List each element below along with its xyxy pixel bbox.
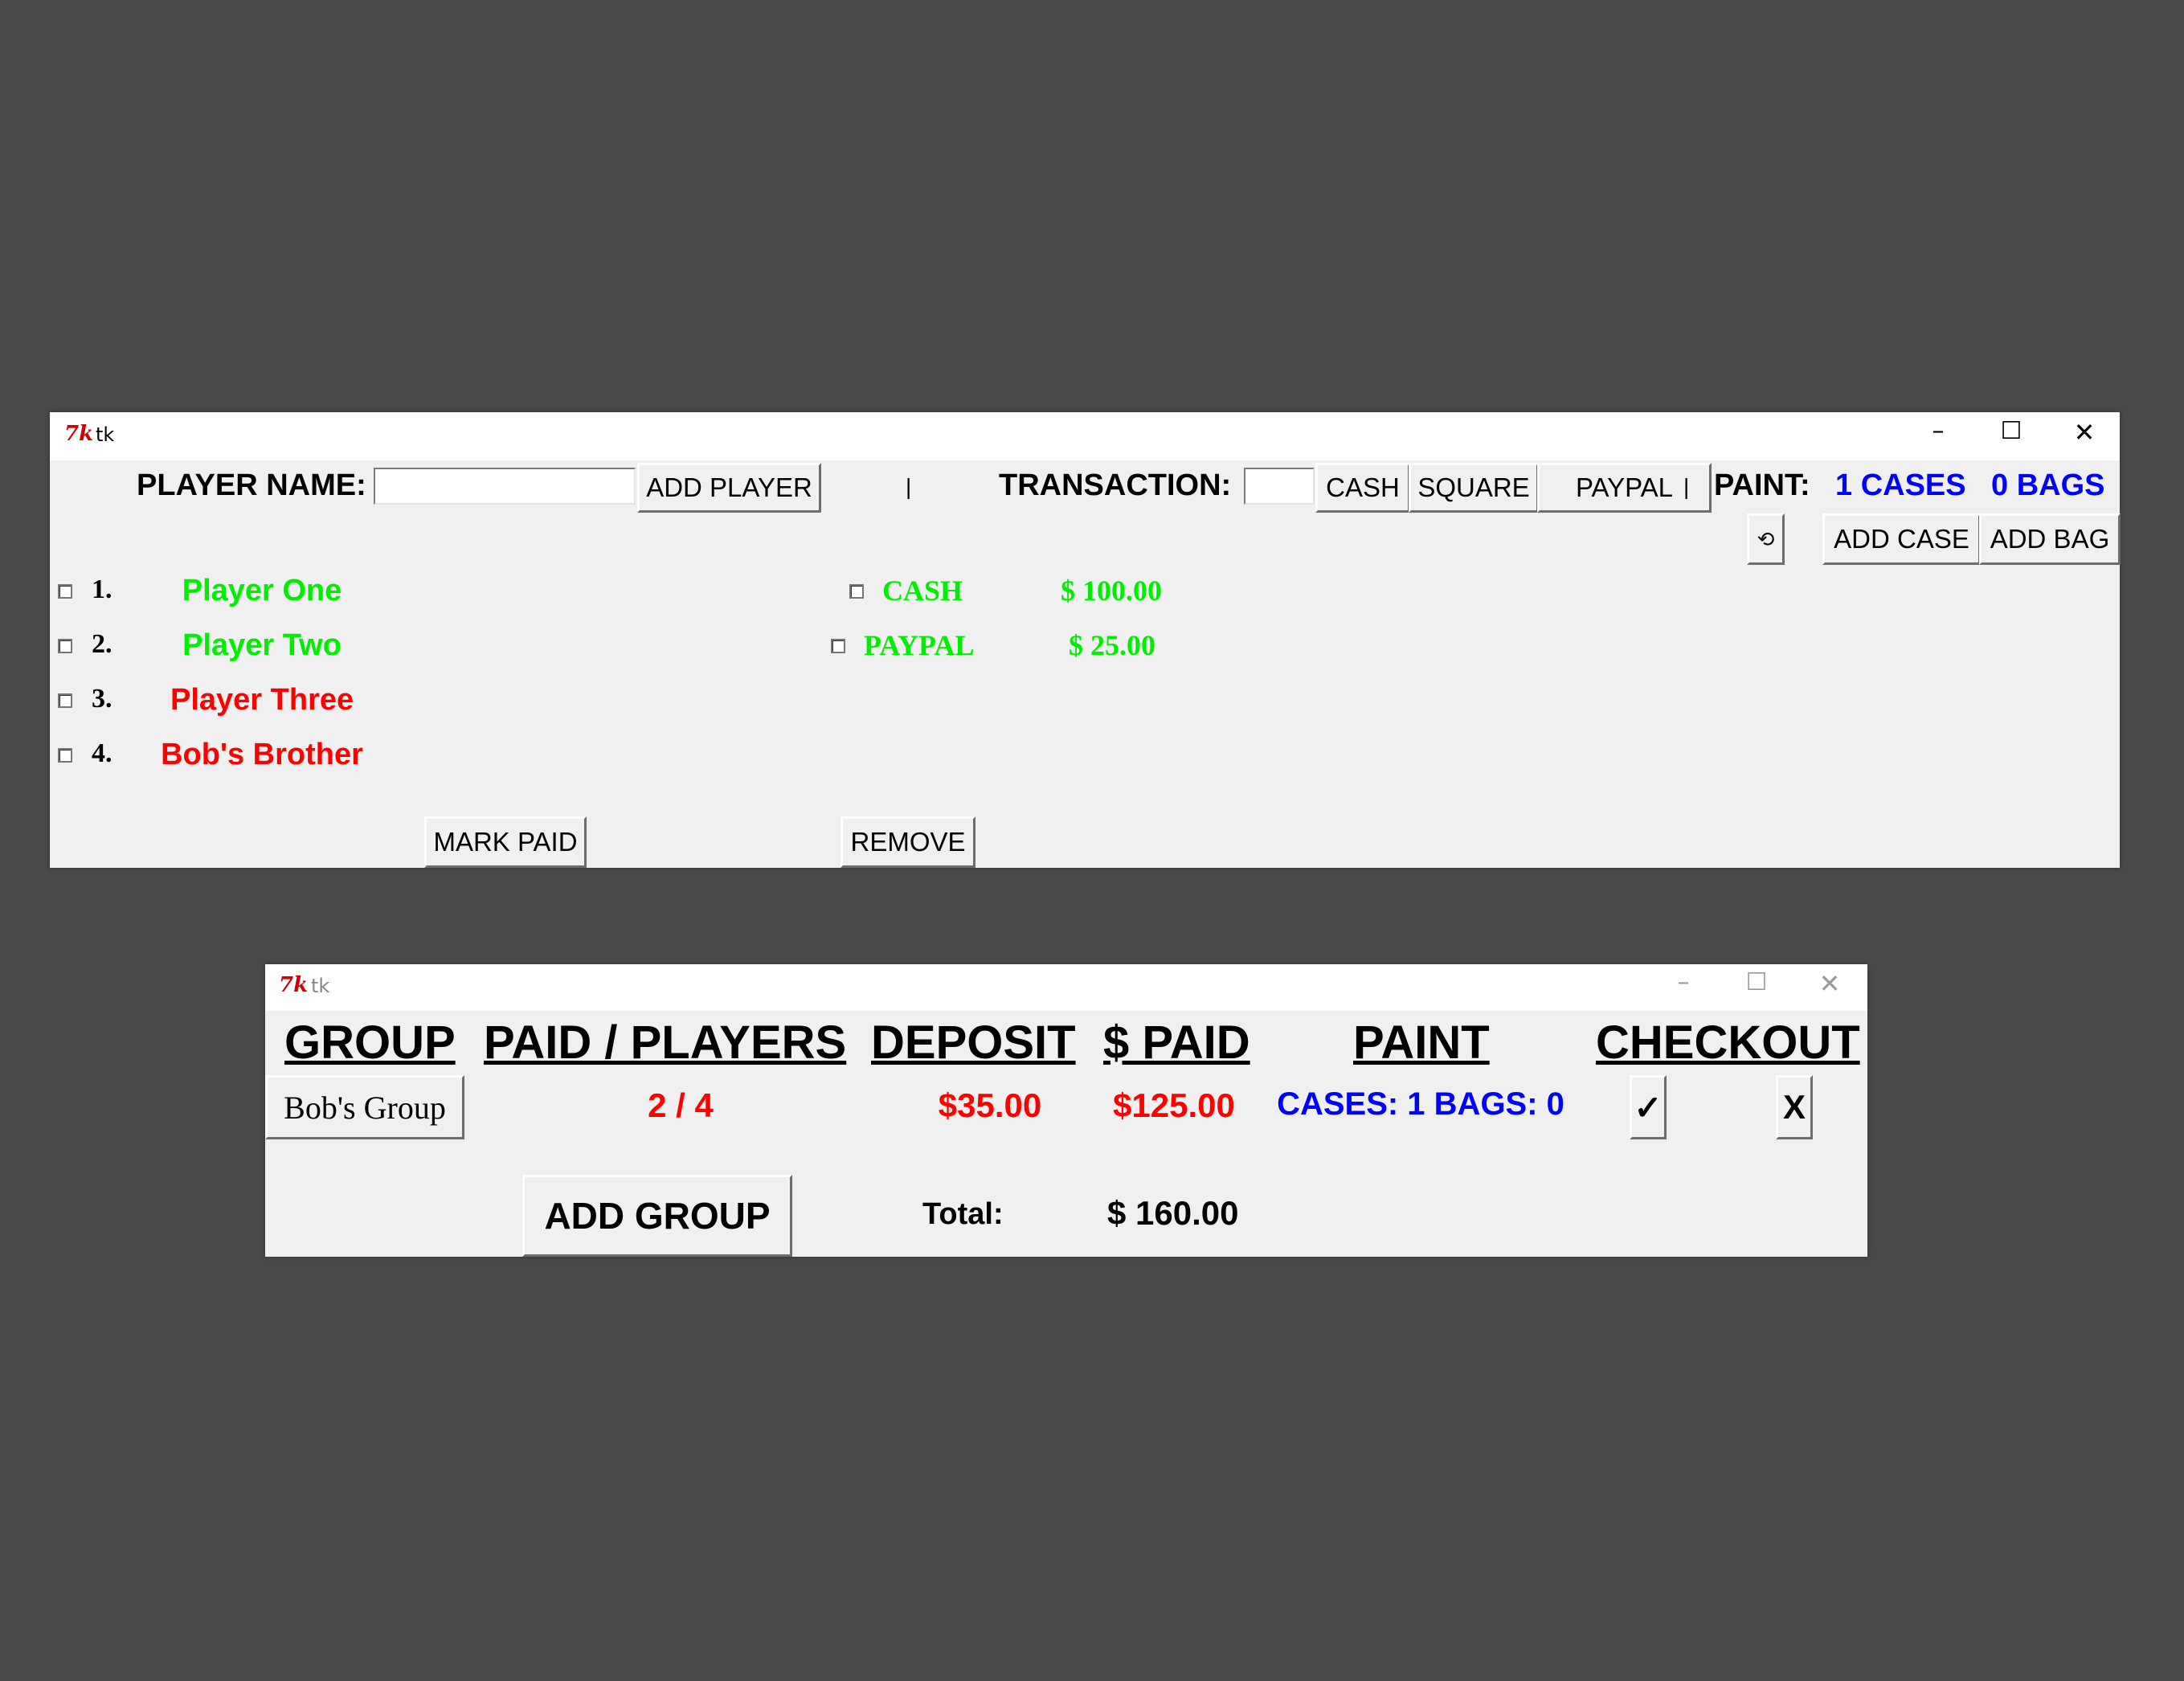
paint-cases-count: 1 CASES — [1835, 468, 1966, 502]
header-group: GROUP — [284, 1016, 456, 1069]
reset-icon: ⟲ — [1757, 526, 1775, 551]
square-button[interactable]: SQUARE — [1409, 463, 1539, 513]
paid-players-value: 2 / 4 — [648, 1086, 714, 1124]
player-checkbox[interactable] — [58, 639, 72, 653]
player-name: Player Two — [182, 628, 342, 662]
maximize-icon[interactable]: ☐ — [1987, 417, 2035, 445]
player-window: 7k tk – ☐ ✕ PLAYER NAME: ADD PLAYER | TR… — [50, 412, 2121, 868]
checkout-confirm-button[interactable]: ✓ — [1630, 1075, 1667, 1139]
close-icon[interactable]: ✕ — [1806, 968, 1854, 999]
header-paid: $ PAID — [1103, 1016, 1250, 1069]
checkout-cancel-button[interactable]: X — [1776, 1075, 1813, 1139]
transaction-method: CASH — [882, 575, 963, 607]
player-checkbox[interactable] — [58, 748, 72, 763]
paint-value: CASES: 1 BAGS: 0 — [1277, 1086, 1564, 1122]
maximize-icon[interactable]: ☐ — [1732, 968, 1781, 996]
paint-bags-count: 0 BAGS — [1991, 468, 2105, 502]
minimize-icon[interactable]: – — [1914, 417, 1962, 445]
transaction-amount: $ 25.00 — [1069, 629, 1155, 661]
player-name: Bob's Brother — [161, 738, 363, 771]
minimize-icon[interactable]: – — [1659, 968, 1708, 996]
add-player-button[interactable]: ADD PLAYER — [637, 463, 821, 513]
header-paint: PAINT — [1353, 1016, 1490, 1069]
player-name-input[interactable] — [374, 468, 636, 505]
add-bag-button[interactable]: ADD BAG — [1979, 513, 2121, 565]
reset-paint-button[interactable]: ⟲ — [1747, 513, 1785, 565]
player-number: 3. — [92, 684, 112, 714]
window-title: tk — [311, 975, 330, 997]
player-name: Player Three — [170, 683, 354, 717]
cash-button[interactable]: CASH — [1315, 463, 1410, 513]
paid-value: $125.00 — [1113, 1086, 1235, 1124]
header-deposit: DEPOSIT — [871, 1016, 1076, 1069]
total-label: Total: — [922, 1197, 1004, 1231]
mark-paid-button[interactable]: MARK PAID — [424, 816, 587, 868]
header-paid-players: PAID / PLAYERS — [484, 1016, 847, 1069]
total-value: $ 160.00 — [1107, 1194, 1239, 1232]
close-icon[interactable]: ✕ — [2060, 417, 2108, 448]
deposit-value: $35.00 — [938, 1086, 1042, 1124]
transaction-checkbox[interactable] — [849, 584, 864, 599]
groups-window: 7k tk – ☐ ✕ GROUP PAID / PLAYERS DEPOSIT… — [265, 964, 1867, 1257]
player-name-label: PLAYER NAME: — [137, 468, 366, 502]
tk-feather-icon: 7k — [64, 422, 94, 446]
player-number: 1. — [92, 575, 112, 604]
title-bar: 7k tk – ☐ ✕ — [265, 964, 1867, 1011]
transaction-method: PAYPAL — [864, 629, 975, 661]
separator: | — [906, 474, 912, 499]
separator: | — [1683, 474, 1690, 499]
group-name-button[interactable]: Bob's Group — [265, 1075, 464, 1139]
paint-label: PAINT: — [1714, 468, 1810, 502]
window-title: tk — [96, 423, 115, 446]
header-checkout: CHECKOUT — [1596, 1016, 1860, 1069]
player-checkbox[interactable] — [58, 584, 72, 599]
tk-feather-icon: 7k — [279, 973, 309, 997]
player-number: 4. — [92, 738, 112, 768]
transaction-label: TRANSACTION: — [999, 468, 1232, 502]
transaction-checkbox[interactable] — [831, 639, 845, 653]
add-group-button[interactable]: ADD GROUP — [522, 1175, 792, 1257]
remove-button[interactable]: REMOVE — [840, 816, 975, 868]
player-checkbox[interactable] — [58, 693, 72, 708]
transaction-amount: $ 100.00 — [1061, 575, 1162, 607]
transaction-input[interactable] — [1244, 468, 1315, 505]
check-icon: ✓ — [1634, 1088, 1663, 1127]
player-number: 2. — [92, 629, 112, 659]
title-bar: 7k tk – ☐ ✕ — [50, 412, 2120, 460]
add-case-button[interactable]: ADD CASE — [1822, 513, 1981, 565]
player-name: Player One — [182, 574, 342, 607]
